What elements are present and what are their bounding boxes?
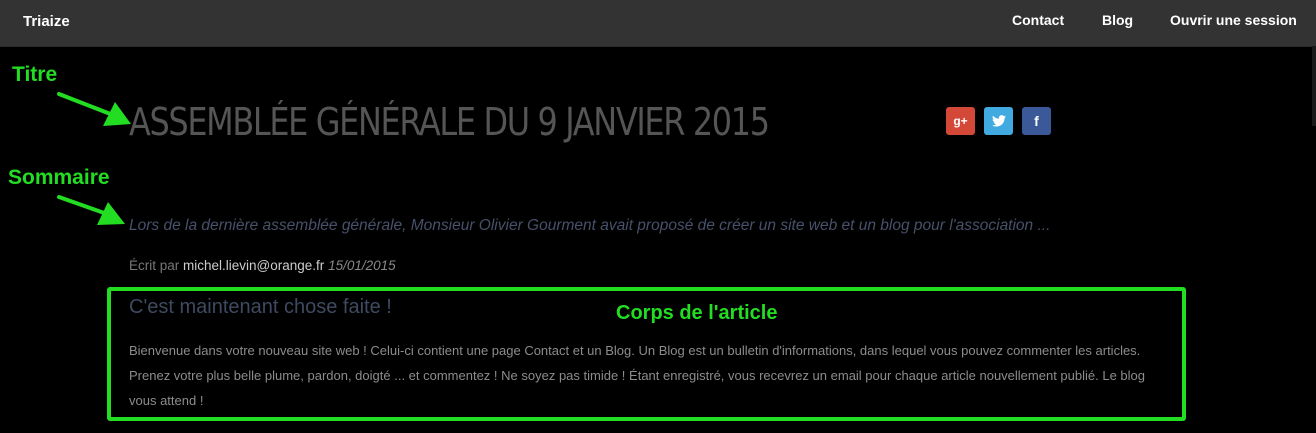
annotation-summary-arrow: [57, 195, 125, 225]
byline-author-link[interactable]: michel.lievin@orange.fr: [183, 258, 324, 273]
byline-date: 15/01/2015: [328, 258, 396, 273]
annotation-title-arrow: [57, 92, 131, 126]
twitter-icon: [991, 115, 1006, 127]
annotation-title-label: Titre: [12, 63, 58, 86]
scrollbar-track[interactable]: [1312, 46, 1316, 126]
nav-link-login[interactable]: Ouvrir une session: [1170, 12, 1297, 28]
article-byline: Écrit par michel.lievin@orange.fr 15/01/…: [129, 258, 396, 273]
article-title: ASSEMBLÉE GÉNÉRALE DU 9 JANVIER 2015: [129, 100, 770, 144]
top-navbar: Triaize Contact Blog Ouvrir une session: [0, 0, 1316, 47]
byline-prefix: Écrit par: [129, 258, 180, 273]
page: Triaize Contact Blog Ouvrir une session …: [0, 0, 1316, 433]
share-facebook-button[interactable]: f: [1022, 107, 1051, 135]
nav-link-contact[interactable]: Contact: [1012, 12, 1064, 28]
article-summary: Lors de la dernière assemblée générale, …: [129, 217, 1051, 234]
annotation-summary-label: Sommaire: [8, 166, 110, 189]
annotation-body-label: Corps de l'article: [616, 302, 778, 324]
nav-link-blog[interactable]: Blog: [1102, 12, 1133, 28]
share-google-plus-button[interactable]: g+: [946, 107, 975, 135]
google-plus-icon: g+: [953, 114, 968, 128]
facebook-icon: f: [1034, 113, 1039, 129]
brand-link[interactable]: Triaize: [23, 13, 70, 30]
share-twitter-button[interactable]: [984, 107, 1013, 135]
